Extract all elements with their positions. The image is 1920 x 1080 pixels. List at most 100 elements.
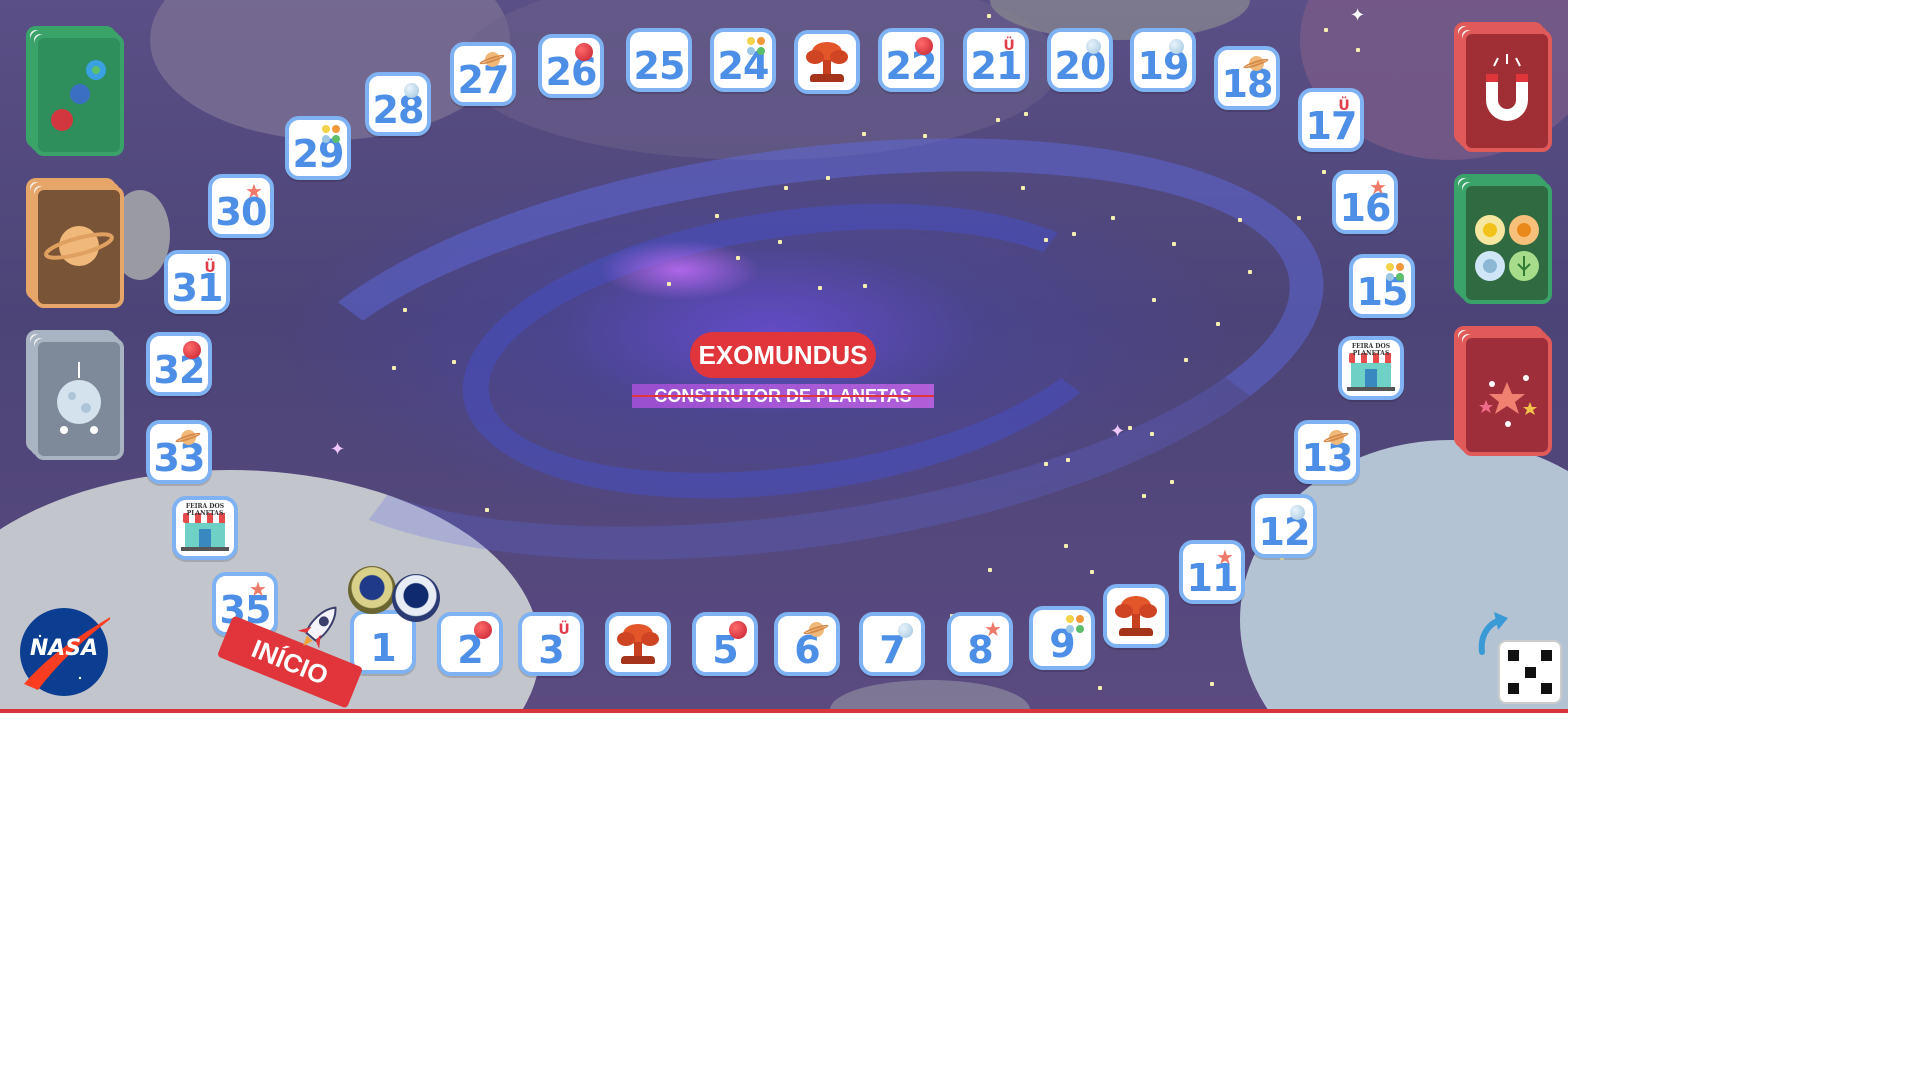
star-dot bbox=[862, 132, 866, 136]
magnet-icon: Ü bbox=[204, 260, 216, 276]
star-dot bbox=[715, 214, 719, 218]
board-tile[interactable]: 27 bbox=[450, 42, 516, 106]
star-dot bbox=[826, 176, 830, 180]
board-tile[interactable]: 3Ü bbox=[518, 612, 584, 676]
player-token-blue[interactable] bbox=[392, 574, 440, 622]
red-planet-icon bbox=[914, 36, 934, 56]
board-tile[interactable]: 32 bbox=[146, 332, 212, 396]
magnet-deck[interactable] bbox=[1454, 22, 1552, 152]
planets-deck[interactable] bbox=[26, 26, 124, 156]
saturn-icon bbox=[478, 50, 506, 70]
title-block: EXOMUNDUS CONSTRUTOR DE PLANETAS bbox=[632, 332, 934, 412]
dice-pip bbox=[1508, 650, 1519, 661]
star-dot bbox=[1044, 238, 1048, 242]
magnet-icon: Ü bbox=[1338, 98, 1350, 114]
star-dot bbox=[987, 14, 991, 18]
star-dot bbox=[778, 240, 782, 244]
board-tile[interactable] bbox=[1103, 584, 1169, 648]
board-tile[interactable] bbox=[794, 30, 860, 94]
board-tile[interactable]: FEIRA DOS PLANETAS bbox=[1338, 336, 1404, 400]
board-tile[interactable]: 13 bbox=[1294, 420, 1360, 484]
dice-pip bbox=[1541, 650, 1552, 661]
moon-icon bbox=[1287, 502, 1307, 522]
star-dot bbox=[1142, 494, 1146, 498]
shop-icon: FEIRA DOS PLANETAS bbox=[1345, 343, 1397, 393]
board-tile[interactable]: 7 bbox=[859, 612, 925, 676]
dice-button[interactable] bbox=[1498, 640, 1562, 704]
board-tile[interactable]: 12 bbox=[1251, 494, 1317, 558]
star-dot bbox=[667, 282, 671, 286]
board-tile[interactable]: 2 bbox=[437, 612, 503, 676]
board-tile[interactable]: 16 ★ bbox=[1332, 170, 1398, 234]
star-icon: ★ bbox=[1216, 547, 1234, 569]
board-tile[interactable]: 29 bbox=[285, 116, 351, 180]
board-tile[interactable]: 31 Ü bbox=[164, 250, 230, 314]
star-dot bbox=[1248, 270, 1252, 274]
board-tile[interactable]: 28 bbox=[365, 72, 431, 136]
board-tile[interactable]: 25 bbox=[626, 28, 692, 92]
sparkle-icon: ✦ bbox=[330, 439, 346, 459]
climate-deck[interactable] bbox=[1454, 174, 1552, 304]
star-dot bbox=[1066, 458, 1070, 462]
saturn-deck[interactable] bbox=[26, 178, 124, 308]
moon-icon bbox=[1083, 36, 1103, 56]
climate-icon bbox=[321, 124, 341, 144]
board-tile[interactable]: 33 bbox=[146, 420, 212, 484]
star-dot bbox=[1324, 28, 1328, 32]
magnet-icon: Ü bbox=[558, 622, 570, 638]
star-dot bbox=[1090, 570, 1094, 574]
climate-icon bbox=[1385, 262, 1405, 282]
dice-pip bbox=[1508, 683, 1519, 694]
star-dot bbox=[1098, 686, 1102, 690]
moon-icon bbox=[895, 620, 915, 640]
shop-icon: FEIRA DOS PLANETAS bbox=[179, 503, 231, 553]
moon-icon bbox=[401, 80, 421, 100]
board-tile[interactable]: 21 Ü bbox=[963, 28, 1029, 92]
sparkle-icon: ✦ bbox=[1110, 421, 1126, 441]
star-dot bbox=[1021, 186, 1025, 190]
board-tile[interactable]: 18 bbox=[1214, 46, 1280, 110]
tile-number: 25 bbox=[633, 44, 686, 88]
star-dot bbox=[1238, 218, 1242, 222]
volcano-icon bbox=[806, 40, 848, 84]
board-tile[interactable]: 8 ★ bbox=[947, 612, 1013, 676]
moon-icon bbox=[1166, 36, 1186, 56]
board-tile[interactable]: FEIRA DOS PLANETAS bbox=[172, 496, 238, 560]
board-tile[interactable]: 30 ★ bbox=[208, 174, 274, 238]
star-dot bbox=[1024, 112, 1028, 116]
star-dot bbox=[1111, 216, 1115, 220]
volcano-icon bbox=[1115, 594, 1157, 638]
star-dot bbox=[784, 186, 788, 190]
board-tile[interactable]: 26 bbox=[538, 34, 604, 98]
star-dot bbox=[1170, 480, 1174, 484]
board-tile[interactable]: 15 bbox=[1349, 254, 1415, 318]
star-dot bbox=[988, 568, 992, 572]
board-tile[interactable]: 6 bbox=[774, 612, 840, 676]
board-tile[interactable]: 5 bbox=[692, 612, 758, 676]
star-dot bbox=[818, 286, 822, 290]
magnet-icon: Ü bbox=[1003, 38, 1015, 54]
board-tile[interactable]: 11 ★ bbox=[1179, 540, 1245, 604]
star-dot bbox=[1150, 432, 1154, 436]
star-dot bbox=[1210, 682, 1214, 686]
climate-icon bbox=[1475, 215, 1539, 281]
star-dot bbox=[403, 308, 407, 312]
board-tile[interactable]: 19 bbox=[1130, 28, 1196, 92]
board-tile[interactable] bbox=[605, 612, 671, 676]
board-tile[interactable]: 17 Ü bbox=[1298, 88, 1364, 152]
star-dot bbox=[1356, 48, 1360, 52]
stars-deck[interactable] bbox=[1454, 326, 1552, 456]
saturn-icon bbox=[44, 226, 114, 266]
board-tile[interactable]: 20 bbox=[1047, 28, 1113, 92]
moon-deck[interactable] bbox=[26, 330, 124, 460]
rocket-icon bbox=[297, 606, 337, 649]
star-dot bbox=[1297, 216, 1301, 220]
planets-icon bbox=[51, 60, 106, 131]
board-tile[interactable]: 9 bbox=[1029, 606, 1095, 670]
star-icon: ★ bbox=[1369, 177, 1387, 199]
board-tile[interactable]: 22 bbox=[878, 28, 944, 92]
nasa-logo: NASA bbox=[18, 606, 122, 696]
board-tile[interactable]: 24 bbox=[710, 28, 776, 92]
saturn-icon bbox=[802, 620, 830, 640]
player-token-yellow[interactable] bbox=[348, 566, 396, 614]
